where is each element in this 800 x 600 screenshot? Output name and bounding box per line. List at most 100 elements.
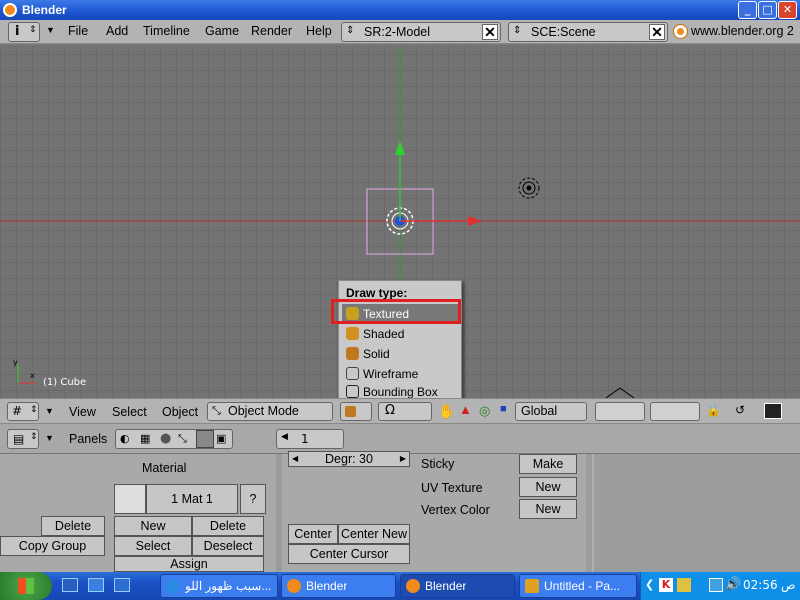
website-link[interactable]: www.blender.org 2 <box>691 24 794 38</box>
title-bar: Blender _ □ ✕ <box>0 0 800 20</box>
delete-scene-icon[interactable]: ✕ <box>649 24 665 40</box>
logic-icon[interactable]: ◐ <box>120 432 130 445</box>
center-button[interactable]: Center <box>288 524 338 544</box>
taskbar-item-blender-1[interactable]: Blender <box>281 574 396 598</box>
window-type-button[interactable]: # ⇕ <box>7 402 39 421</box>
network-icon[interactable] <box>709 578 723 592</box>
window-type-button[interactable]: i ⇕ <box>8 22 40 42</box>
hand-icon[interactable]: ✋ <box>438 403 455 420</box>
show-desktop-icon[interactable] <box>62 578 78 592</box>
wireframe-icon <box>346 367 359 380</box>
taskbar: سبب ظهور اللو... Blender Blender Untitle… <box>0 572 800 600</box>
orientation-selector[interactable]: Global <box>515 402 587 421</box>
sticky-label: Sticky <box>421 457 455 471</box>
info-icon: i <box>15 24 20 39</box>
menu-add[interactable]: Add <box>106 24 128 38</box>
menu-help[interactable]: Help <box>306 24 332 38</box>
close-button[interactable]: ✕ <box>778 1 797 19</box>
mode-icon: ⤡ <box>212 405 221 417</box>
center-cursor-button[interactable]: Center Cursor <box>288 544 410 564</box>
window-type-button[interactable]: ▤ ⇕ <box>7 429 39 449</box>
taskbar-item-blender-2[interactable]: Blender <box>400 574 515 598</box>
collapse-triangle-icon[interactable]: ▼ <box>46 25 55 35</box>
start-button[interactable] <box>0 572 52 600</box>
taskbar-item-label: Blender <box>425 579 467 593</box>
texture-panel: Sticky UV Texture Vertex Color Make New … <box>416 454 586 572</box>
collapse-triangle-icon[interactable]: ▼ <box>45 433 54 443</box>
new-material-button[interactable]: New <box>114 516 192 536</box>
tray-icon[interactable] <box>677 578 691 592</box>
material-index-field[interactable]: 1 Mat 1 <box>146 484 238 514</box>
menu-view[interactable]: View <box>69 405 96 419</box>
scene-selector[interactable]: ⇕ SCE:Scene ✕ <box>508 22 668 42</box>
deselect-material-button[interactable]: Deselect <box>192 536 264 556</box>
scene-icon[interactable]: ▣ <box>216 432 226 445</box>
taskbar-item-label: سبب ظهور اللو... <box>185 579 272 593</box>
mode-selector[interactable]: ⤡ Object Mode <box>207 402 333 421</box>
solid-icon <box>345 406 356 417</box>
editing-icon[interactable] <box>196 430 214 448</box>
material-query-button[interactable]: ? <box>240 484 266 514</box>
render-icon[interactable] <box>764 403 782 419</box>
quicklaunch-icon[interactable] <box>88 578 104 592</box>
shading-icon[interactable]: ● <box>160 431 171 446</box>
panels-menu[interactable]: Panels <box>69 432 107 446</box>
ie-icon <box>166 579 180 593</box>
minimize-button[interactable]: _ <box>738 1 757 19</box>
center-new-button[interactable]: Center New <box>338 524 410 544</box>
draw-type-button[interactable] <box>340 402 372 421</box>
snap-icon[interactable]: ↺ <box>735 403 745 417</box>
material-swatch[interactable] <box>114 484 146 514</box>
updown-arrow-icon: ⇕ <box>30 405 38 415</box>
draw-type-shaded[interactable]: Shaded <box>342 324 460 344</box>
empty-panel <box>592 454 800 572</box>
taskbar-item-browser[interactable]: سبب ظهور اللو... <box>160 574 278 598</box>
maximize-button[interactable]: □ <box>758 1 777 19</box>
delete-screen-icon[interactable]: ✕ <box>482 24 498 40</box>
quicklaunch-icon-2[interactable] <box>114 578 130 592</box>
svg-text:x: x <box>30 371 35 380</box>
chevron-left-icon[interactable]: ❮ <box>645 578 654 591</box>
taskbar-item-paint[interactable]: Untitled - Pa... <box>519 574 637 598</box>
rotate-icon[interactable]: ◎ <box>479 403 490 419</box>
taskbar-item-label: Untitled - Pa... <box>544 579 621 593</box>
layer-buttons-left[interactable] <box>595 402 645 421</box>
frame-field[interactable]: ◀ 1 <box>276 429 344 449</box>
menu-file[interactable]: File <box>68 24 88 38</box>
screen-selector[interactable]: ⇕ SR:2-Model ✕ <box>341 22 501 42</box>
script-icon[interactable]: ▦ <box>140 432 150 445</box>
menu-render[interactable]: Render <box>251 24 292 38</box>
scale-icon[interactable]: ■ <box>500 403 507 415</box>
bounding-box-icon <box>346 385 359 398</box>
object-info-label: (1) Cube <box>43 377 87 388</box>
volume-icon[interactable]: 🔊 <box>725 577 741 592</box>
degr-field[interactable]: ◀ Degr: 30 ▶ <box>288 451 410 467</box>
delete-group-button[interactable]: Delete <box>41 516 105 536</box>
draw-type-wireframe[interactable]: Wireframe <box>342 364 460 384</box>
make-sticky-button[interactable]: Make <box>519 454 577 474</box>
select-material-button[interactable]: Select <box>114 536 192 556</box>
pivot-selector[interactable]: Ω <box>378 402 432 421</box>
copy-group-button[interactable]: Copy Group <box>0 536 105 556</box>
menu-timeline[interactable]: Timeline <box>143 24 190 38</box>
menu-object[interactable]: Object <box>162 405 198 419</box>
lock-icon[interactable]: 🔒 <box>706 403 721 417</box>
menu-game[interactable]: Game <box>205 24 239 38</box>
solid-label: Solid <box>363 347 390 361</box>
draw-type-solid[interactable]: Solid <box>342 344 460 364</box>
wireframe-label: Wireframe <box>363 367 419 381</box>
arrow-left-icon[interactable]: ◀ <box>281 432 288 442</box>
blender-logo-icon <box>3 3 17 17</box>
antivirus-icon[interactable]: K <box>659 578 673 592</box>
new-vertex-color-button[interactable]: New <box>519 499 577 519</box>
context-buttons[interactable]: ◐ ▦ ● ⤡ ▣ <box>115 429 233 449</box>
object-icon[interactable]: ⤡ <box>178 432 187 446</box>
menu-select[interactable]: Select <box>112 405 147 419</box>
layer-buttons-right[interactable] <box>650 402 700 421</box>
assign-material-button[interactable]: Assign <box>114 556 264 572</box>
translate-icon[interactable]: ▲ <box>459 402 472 417</box>
delete-material-button[interactable]: Delete <box>192 516 264 536</box>
clock[interactable]: 02:56 <box>743 578 778 592</box>
new-uv-texture-button[interactable]: New <box>519 477 577 497</box>
collapse-triangle-icon[interactable]: ▼ <box>45 406 54 416</box>
